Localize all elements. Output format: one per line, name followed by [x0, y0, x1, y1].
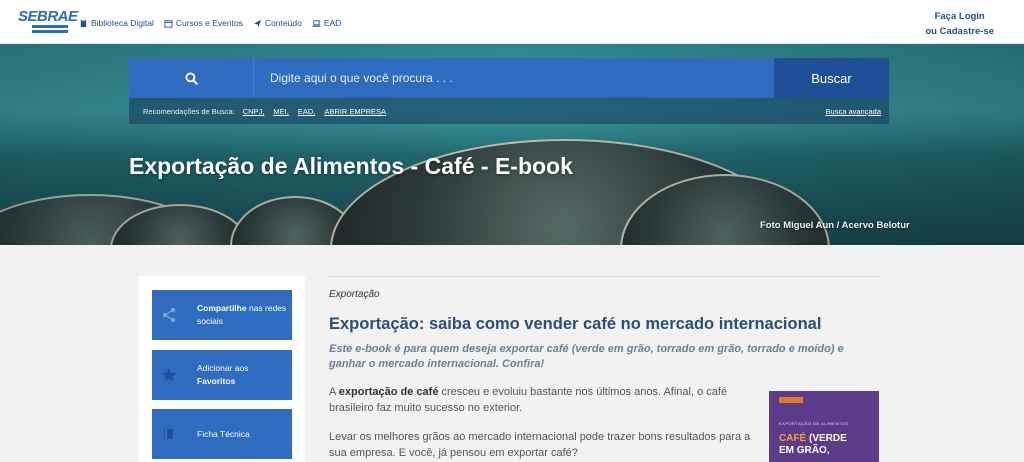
favorites-button[interactable]: Adicionar aos Favoritos: [152, 350, 292, 400]
share-icon: [162, 307, 176, 323]
search-icon: [184, 71, 198, 85]
article-subtitle: Este e-book é para quem deseja exportar …: [329, 343, 844, 370]
share-label-bold: Compartilhe: [197, 303, 247, 313]
rec-tag-abrir-empresa[interactable]: ABRIR EMPRESA: [324, 107, 386, 116]
article-category[interactable]: Exportação: [329, 289, 879, 300]
top-header: SEBRAE Biblioteca Digital Cursos e Event…: [0, 0, 1024, 44]
tech-sheet-label: Ficha Técnica: [197, 428, 250, 439]
login-line1[interactable]: Faça Login: [925, 9, 994, 24]
nav-biblioteca-digital[interactable]: Biblioteca Digital: [79, 18, 154, 28]
search-button[interactable]: Buscar: [774, 58, 889, 98]
rec-tag-ead[interactable]: EAD,: [298, 107, 316, 116]
calendar-icon: [164, 19, 173, 28]
login-line2[interactable]: ou Cadastre-se: [925, 24, 994, 39]
rec-tag-cnpj[interactable]: CNPJ,: [243, 107, 265, 116]
sebrae-logo[interactable]: SEBRAE: [18, 8, 78, 38]
tech-sheet-button[interactable]: Ficha Técnica: [152, 409, 292, 459]
bold-phrase: exportação de café: [338, 386, 439, 398]
book-icon: [80, 19, 87, 27]
rec-tag-mei[interactable]: MEI,: [273, 107, 288, 116]
nav-label: Conteúdo: [264, 18, 302, 28]
search-input[interactable]: [253, 58, 774, 98]
share-button[interactable]: Compartilhe nas redes sociais: [152, 290, 292, 340]
divider: [329, 276, 879, 277]
cover-title: CAFÉ (VERDE EM GRÃO,: [779, 433, 847, 456]
nav-cursos-eventos[interactable]: Cursos e Eventos: [164, 18, 243, 28]
cover-topic: EXPORTAÇÃO DE ALIMENTOS: [779, 421, 849, 426]
search-icon-button[interactable]: [129, 58, 253, 98]
page-title: Exportação de Alimentos - Café - E-book: [129, 153, 573, 179]
ebook-cover[interactable]: EXPORTAÇÃO DE ALIMENTOS CAFÉ (VERDE EM GR…: [769, 391, 879, 462]
nav-label: Cursos e Eventos: [175, 18, 243, 28]
nav-label: Biblioteca Digital: [91, 18, 154, 28]
fav-line1: Adicionar aos: [197, 363, 249, 373]
article-paragraph-2: Levar os melhores grãos ao mercado inter…: [329, 431, 751, 459]
paper-plane-icon: [253, 19, 262, 27]
article-title: Exportação: saiba como vender café no me…: [329, 315, 822, 333]
fav-label-bold: Favoritos: [197, 376, 236, 386]
star-icon: [161, 368, 177, 382]
main-nav: Biblioteca Digital Cursos e Eventos Cont…: [79, 18, 341, 28]
recs-label: Recomendações de Busca:: [143, 106, 235, 116]
search-bar: Buscar: [129, 58, 889, 98]
advanced-search-link[interactable]: Busca avançada: [826, 107, 881, 116]
photo-credit: Foto Miguel Aun / Acervo Belotur: [760, 220, 910, 231]
article-sidebar: Compartilhe nas redes sociais Adicionar …: [139, 276, 305, 462]
search-recommendations: Recomendações de Busca: CNPJ, MEI, EAD, …: [129, 98, 889, 124]
book-icon: [164, 429, 173, 439]
login-link[interactable]: Faça Login ou Cadastre-se: [925, 9, 994, 39]
nav-ead[interactable]: EAD: [312, 18, 341, 28]
nav-label: EAD: [323, 18, 342, 28]
article-paragraph-1: A exportação de café cresceu e evoluiu b…: [329, 386, 728, 414]
logo-text: SEBRAE: [18, 8, 78, 25]
nav-conteudo[interactable]: Conteúdo: [253, 18, 302, 28]
laptop-icon: [312, 19, 321, 27]
